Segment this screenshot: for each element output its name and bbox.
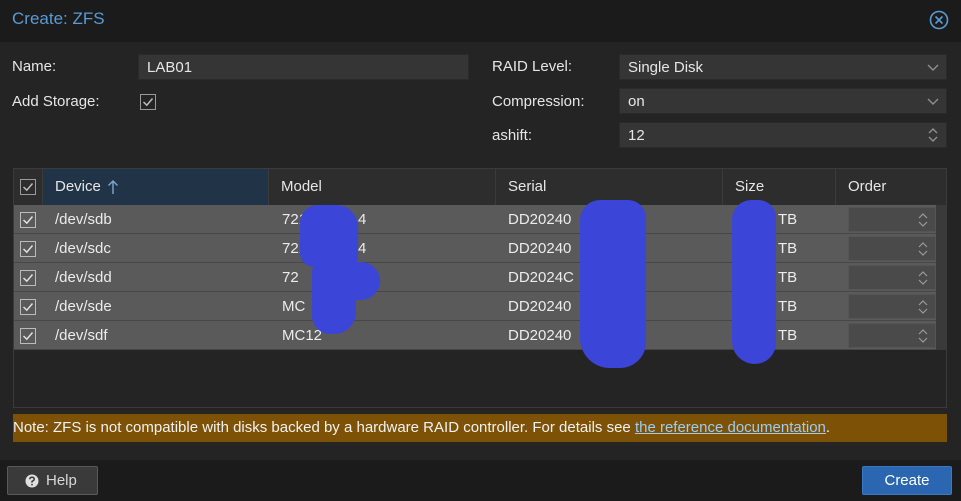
note-text: Note: ZFS is not compatible with disks b… xyxy=(13,419,635,436)
order-spinner[interactable] xyxy=(848,294,936,319)
table-row[interactable]: /dev/sdd 72 L4 DD2024C TB xyxy=(14,263,946,292)
device-cell: /dev/sdb xyxy=(55,211,112,228)
title-bar: Create: ZFS xyxy=(0,0,961,42)
compression-value: on xyxy=(628,93,645,110)
serial-cell: DD20240 xyxy=(508,298,572,315)
dialog-footer xyxy=(0,460,961,501)
column-header-order[interactable]: Order xyxy=(836,169,946,205)
serial-cell: DD20240 xyxy=(508,240,572,257)
ashift-spinner[interactable]: 12 xyxy=(619,122,947,148)
serial-cell: DD2024C xyxy=(508,269,574,286)
model-tail-cell: 4 xyxy=(358,240,367,257)
chevron-down-icon xyxy=(927,98,939,105)
row-checkbox[interactable] xyxy=(20,212,36,228)
redaction-mark xyxy=(580,200,646,368)
scrollbar-segment xyxy=(936,263,946,292)
serial-cell: DD20240 xyxy=(508,211,572,228)
column-header-model[interactable]: Model xyxy=(269,169,496,205)
raid-level-select[interactable]: Single Disk xyxy=(619,54,947,80)
name-label: Name: xyxy=(12,58,57,75)
scrollbar-segment xyxy=(936,321,946,350)
column-label-order: Order xyxy=(848,178,887,195)
column-header-size[interactable]: Size xyxy=(723,169,836,205)
ashift-value: 12 xyxy=(628,127,645,144)
redaction-mark xyxy=(732,200,776,364)
order-spinner[interactable] xyxy=(848,236,936,261)
reference-documentation-link[interactable]: the reference documentation xyxy=(635,419,826,436)
row-checkbox[interactable] xyxy=(20,328,36,344)
order-spinner[interactable] xyxy=(848,323,936,348)
column-label-serial: Serial xyxy=(508,178,547,195)
scrollbar-segment xyxy=(936,234,946,263)
row-checkbox[interactable] xyxy=(20,241,36,257)
select-all-checkbox[interactable] xyxy=(20,179,36,195)
column-label-model: Model xyxy=(281,178,322,195)
zfs-note-banner: Note: ZFS is not compatible with disks b… xyxy=(13,414,947,442)
device-cell: /dev/sde xyxy=(55,298,112,315)
raid-level-label: RAID Level: xyxy=(492,58,573,75)
add-storage-checkbox[interactable] xyxy=(140,94,156,110)
create-label: Create xyxy=(884,472,930,489)
note-end: . xyxy=(825,419,831,436)
spinner-arrows-icon[interactable] xyxy=(918,298,928,316)
spinner-arrows-icon[interactable] xyxy=(918,327,928,345)
order-spinner[interactable] xyxy=(848,207,936,232)
serial-cell: DD20240 xyxy=(508,327,572,344)
column-label-size: Size xyxy=(735,178,765,195)
ashift-label: ashift: xyxy=(492,127,533,144)
column-label-device: Device xyxy=(55,178,101,195)
table-row[interactable]: /dev/sdb 721 4 DD20240 TB xyxy=(14,205,946,234)
spinner-arrows-icon[interactable] xyxy=(918,240,928,258)
table-row[interactable]: /dev/sdf MC12 DD20240 TB xyxy=(14,321,946,350)
name-field[interactable]: LAB01 xyxy=(138,54,469,80)
model-cell: MC xyxy=(282,298,306,315)
redaction-mark xyxy=(332,262,380,300)
device-cell: /dev/sdf xyxy=(55,327,108,344)
compression-select[interactable]: on xyxy=(619,88,947,114)
raid-level-value: Single Disk xyxy=(628,59,704,76)
row-checkbox[interactable] xyxy=(20,270,36,286)
table-row[interactable]: /dev/sdc 721 4 DD20240 TB xyxy=(14,234,946,263)
close-icon[interactable] xyxy=(929,10,949,30)
row-checkbox[interactable] xyxy=(20,299,36,315)
scrollbar-segment xyxy=(936,205,946,234)
create-button[interactable]: Create xyxy=(862,466,952,495)
model-cell: 72 xyxy=(282,269,299,286)
create-zfs-dialog: Create: ZFS Name: LAB01 Add Storage: RAI… xyxy=(0,0,961,501)
help-button[interactable]: Help xyxy=(7,466,98,495)
grid-header: Device Model Serial Size Order xyxy=(14,169,946,206)
spinner-arrows-icon[interactable] xyxy=(918,211,928,229)
table-row[interactable]: /dev/sde MC DD20240 TB xyxy=(14,292,946,321)
help-label: Help xyxy=(46,472,77,489)
device-cell: /dev/sdd xyxy=(55,269,112,286)
add-storage-label: Add Storage: xyxy=(12,93,100,110)
sort-ascending-icon xyxy=(108,180,118,194)
question-circle-icon xyxy=(25,474,39,488)
spinner-arrows-icon[interactable] xyxy=(926,126,940,144)
model-tail-cell: 4 xyxy=(358,211,367,228)
device-cell: /dev/sdc xyxy=(55,240,111,257)
select-all-cell[interactable] xyxy=(14,169,43,205)
disk-grid: Device Model Serial Size Order /dev/sdb … xyxy=(13,168,947,408)
column-header-device[interactable]: Device xyxy=(43,169,269,205)
spinner-arrows-icon[interactable] xyxy=(918,269,928,287)
redaction-mark xyxy=(300,205,358,267)
compression-label: Compression: xyxy=(492,93,585,110)
name-value: LAB01 xyxy=(147,59,193,76)
chevron-down-icon xyxy=(927,64,939,71)
order-spinner[interactable] xyxy=(848,265,936,290)
scrollbar-segment xyxy=(936,292,946,321)
dialog-title: Create: ZFS xyxy=(12,9,105,28)
